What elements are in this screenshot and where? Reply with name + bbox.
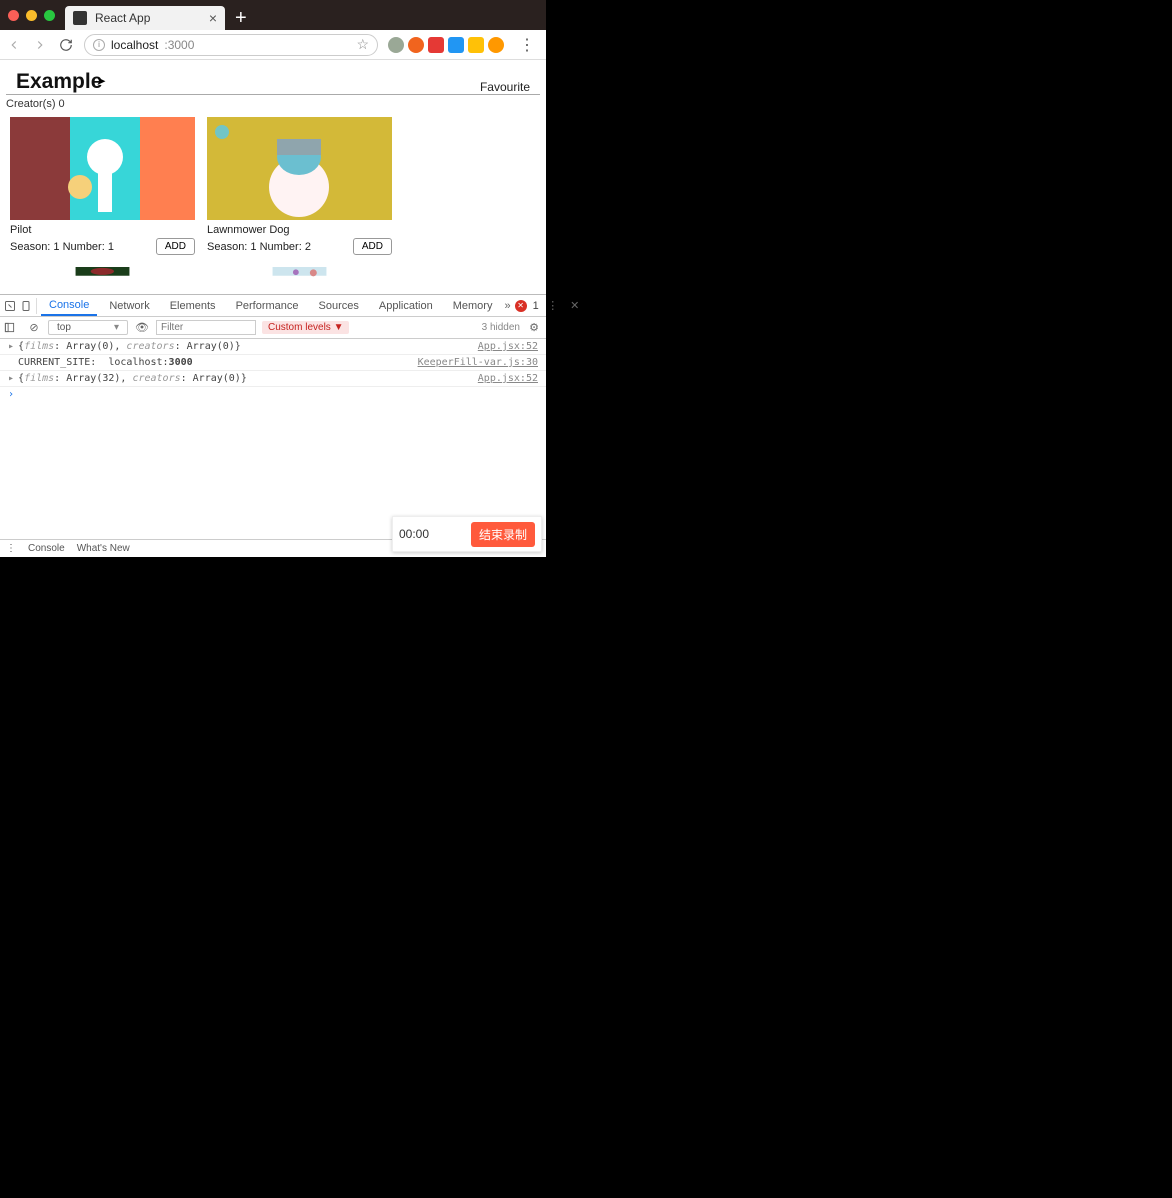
- back-button[interactable]: [6, 37, 22, 53]
- reload-button[interactable]: [58, 37, 74, 53]
- devtools-tabs: Console Network Elements Performance Sou…: [0, 295, 546, 317]
- episode-meta: Season: 1 Number: 1: [10, 241, 114, 253]
- error-badge-icon[interactable]: ✕: [515, 300, 527, 312]
- source-link[interactable]: App.jsx:52: [478, 341, 538, 352]
- console-filter-input[interactable]: [156, 320, 256, 335]
- episode-thumbnail: [10, 267, 195, 294]
- extension-icon[interactable]: [448, 37, 464, 53]
- console-line[interactable]: ▸ {films: Array(0), creators: Array(0)} …: [0, 339, 546, 355]
- window-titlebar: React App × +: [0, 0, 546, 30]
- console-message: CURRENT_SITE: localhost:3000: [18, 357, 193, 368]
- close-window-button[interactable]: [8, 10, 19, 21]
- new-tab-button[interactable]: +: [235, 7, 247, 30]
- close-devtools-icon[interactable]: ✕: [567, 299, 583, 312]
- browser-toolbar: i localhost :3000 ☆ ⋮: [0, 30, 546, 60]
- console-line[interactable]: CURRENT_SITE: localhost:3000 KeeperFill-…: [0, 355, 546, 371]
- chrome-menu-button[interactable]: ⋮: [514, 35, 540, 55]
- episode-meta: Season: 1 Number: 2: [207, 241, 311, 253]
- expand-arrow-icon[interactable]: ▸: [8, 341, 14, 352]
- tab-favicon: [73, 11, 87, 25]
- episode-card: Pilot Season: 1 Number: 1 ADD: [10, 117, 195, 255]
- url-host: localhost: [111, 38, 158, 52]
- recording-time: 00:00: [399, 527, 429, 541]
- drawer-tab-console[interactable]: Console: [28, 543, 65, 554]
- devtools-tab-performance[interactable]: Performance: [228, 297, 307, 315]
- log-levels-select[interactable]: Custom levels ▼: [262, 321, 349, 334]
- extension-icons: [388, 37, 504, 53]
- devtools-tab-console[interactable]: Console: [41, 296, 97, 316]
- episode-thumbnail: [207, 267, 392, 294]
- source-link[interactable]: App.jsx:52: [478, 373, 538, 384]
- expand-arrow-icon: [8, 357, 14, 368]
- devtools-tab-sources[interactable]: Sources: [311, 297, 367, 315]
- extension-icon[interactable]: [488, 37, 504, 53]
- favourite-link[interactable]: Favourite: [480, 80, 530, 94]
- console-settings-icon[interactable]: ⚙: [526, 321, 542, 334]
- add-button[interactable]: ADD: [353, 238, 392, 255]
- source-link[interactable]: KeeperFill-var.js:30: [418, 357, 538, 368]
- console-toolbar: ⊘ top ▾ 👁 Custom levels ▼ 3 hidden ⚙: [0, 317, 546, 339]
- devtools-tab-network[interactable]: Network: [101, 297, 157, 315]
- inspect-element-icon[interactable]: [4, 300, 16, 312]
- console-prompt-icon[interactable]: ›: [0, 387, 546, 402]
- drawer-tab-whatsnew[interactable]: What's New: [77, 543, 130, 554]
- mouse-cursor-icon: ➤: [96, 74, 106, 88]
- page-viewport[interactable]: ➤ Example Favourite Creator(s) 0 Pilot S: [0, 60, 546, 294]
- more-tabs-icon[interactable]: »: [504, 300, 510, 312]
- console-message: {films: Array(32), creators: Array(0)}: [18, 373, 247, 384]
- page-title: Example: [16, 70, 102, 94]
- episode-card: [10, 267, 195, 294]
- expand-arrow-icon[interactable]: ▸: [8, 373, 14, 384]
- device-toggle-icon[interactable]: [20, 300, 32, 312]
- hidden-messages-count[interactable]: 3 hidden: [482, 322, 520, 333]
- browser-tab[interactable]: React App ×: [65, 6, 225, 30]
- console-message: {films: Array(0), creators: Array(0)}: [18, 341, 241, 352]
- bookmark-star-icon[interactable]: ☆: [356, 36, 369, 53]
- extension-icon[interactable]: [388, 37, 404, 53]
- url-port: :3000: [164, 38, 194, 52]
- traffic-lights: [8, 10, 55, 21]
- minimize-window-button[interactable]: [26, 10, 37, 21]
- episode-title: Pilot: [10, 224, 195, 236]
- devtools-tab-elements[interactable]: Elements: [162, 297, 224, 315]
- clear-console-icon[interactable]: ⊘: [26, 321, 42, 334]
- extension-icon[interactable]: [428, 37, 444, 53]
- console-line[interactable]: ▸ {films: Array(32), creators: Array(0)}…: [0, 371, 546, 387]
- close-tab-icon[interactable]: ×: [209, 11, 217, 25]
- console-sidebar-toggle-icon[interactable]: [4, 322, 20, 333]
- tab-title: React App: [95, 11, 201, 25]
- address-bar[interactable]: i localhost :3000 ☆: [84, 34, 378, 56]
- devtools-tab-application[interactable]: Application: [371, 297, 441, 315]
- episode-card: [207, 267, 392, 294]
- extension-icon[interactable]: [408, 37, 424, 53]
- screen-recording-widget[interactable]: 00:00 结束录制: [392, 516, 542, 552]
- drawer-menu-icon[interactable]: ⋮: [6, 543, 16, 554]
- add-button[interactable]: ADD: [156, 238, 195, 255]
- console-output: ▸ {films: Array(0), creators: Array(0)} …: [0, 339, 546, 539]
- live-expression-icon[interactable]: 👁: [134, 321, 150, 334]
- devtools-settings-icon[interactable]: ⋮: [545, 299, 561, 312]
- devtools-tab-memory[interactable]: Memory: [445, 297, 501, 315]
- forward-button[interactable]: [32, 37, 48, 53]
- execution-context-select[interactable]: top ▾: [48, 320, 128, 335]
- episode-card: Lawnmower Dog Season: 1 Number: 2 ADD: [207, 117, 392, 255]
- site-info-icon[interactable]: i: [93, 39, 105, 51]
- stop-recording-button[interactable]: 结束录制: [471, 522, 535, 547]
- episode-title: Lawnmower Dog: [207, 224, 392, 236]
- episode-thumbnail: [10, 117, 195, 220]
- extension-icon[interactable]: [468, 37, 484, 53]
- episode-thumbnail: [207, 117, 392, 220]
- episode-cards: Pilot Season: 1 Number: 1 ADD Lawnmower …: [0, 113, 546, 294]
- error-count: 1: [533, 300, 539, 312]
- creators-count: Creator(s) 0: [0, 95, 546, 113]
- maximize-window-button[interactable]: [44, 10, 55, 21]
- page-header: Example Favourite: [6, 60, 540, 95]
